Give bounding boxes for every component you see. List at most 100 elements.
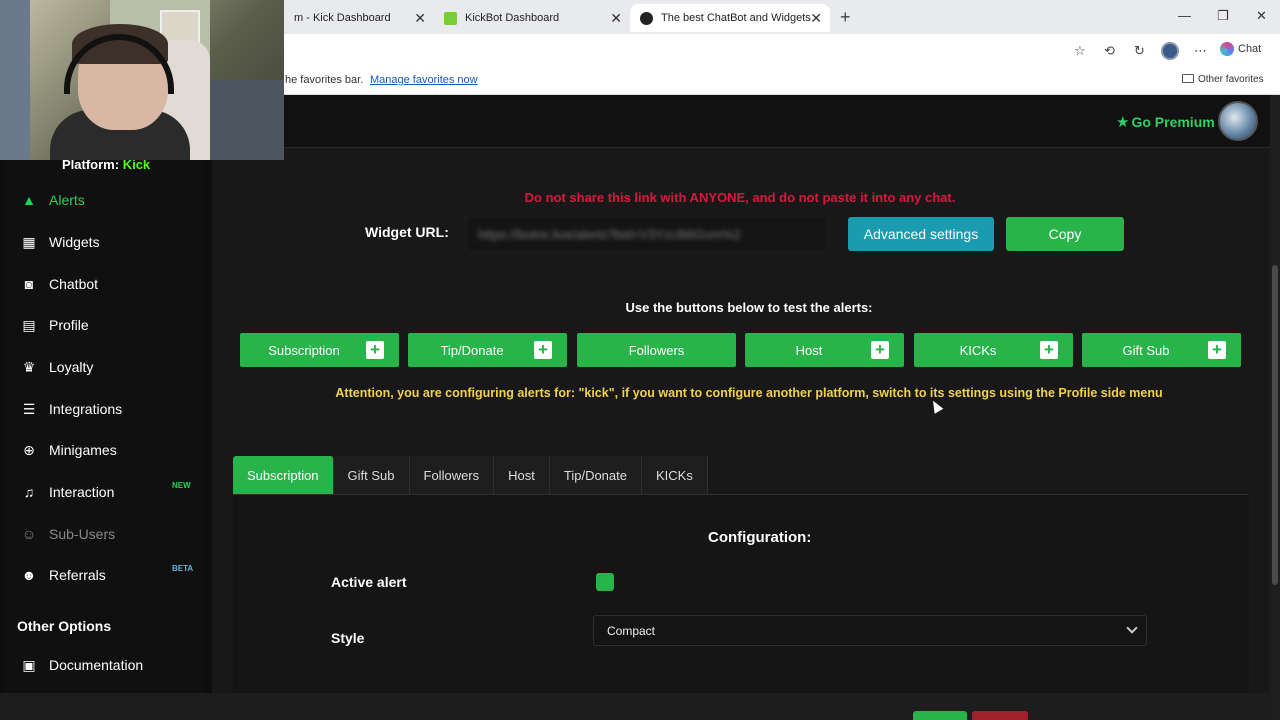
sidebar-item-loyalty[interactable]: ♛ Loyalty <box>20 355 94 379</box>
browser-profile-icon[interactable] <box>1161 42 1179 60</box>
plus-icon[interactable]: + <box>534 341 552 359</box>
share-warning: Do not share this link with ANYONE, and … <box>524 190 956 205</box>
sidebar-item-interaction[interactable]: ♫ Interaction <box>20 480 115 504</box>
widget-url-label: Widget URL: <box>365 224 449 240</box>
platform-attention-notice: Attention, you are configuring alerts fo… <box>335 386 1163 400</box>
reset-button[interactable] <box>972 711 1028 720</box>
browser-tab[interactable]: KickBot Dashboard ✕ <box>434 4 630 32</box>
sidebar-item-label: Chatbot <box>49 276 99 292</box>
sidebar-item-label: Profile <box>49 317 89 333</box>
other-favorites[interactable]: Other favorites <box>1182 74 1264 85</box>
test-kicks-button[interactable]: KICKs + <box>914 333 1073 367</box>
advanced-settings-button[interactable]: Advanced settings <box>848 217 994 251</box>
sidebar-item-chatbot[interactable]: ◙ Chatbot <box>20 272 98 296</box>
plus-icon[interactable]: + <box>366 341 384 359</box>
sidebar-item-label: Integrations <box>49 401 123 417</box>
botrix-page: ★ Go Premium Platform: Kick ▲ Alerts ▦ W… <box>0 95 1280 720</box>
manage-favorites-link[interactable]: Manage favorites now <box>370 74 478 86</box>
test-button-label: Subscription <box>268 342 340 358</box>
sidebar-item-minigames[interactable]: ⊕ Minigames <box>20 438 117 462</box>
sidebar-item-sub-users[interactable]: ☺ Sub-Users <box>20 522 115 546</box>
user-avatar[interactable] <box>1218 101 1258 141</box>
minimize-icon[interactable]: — <box>1178 8 1191 23</box>
active-alert-label: Active alert <box>331 574 407 590</box>
tab-subscription[interactable]: Subscription <box>233 456 334 495</box>
active-alert-checkbox[interactable] <box>596 573 614 591</box>
sidebar-item-profile[interactable]: ▤ Profile <box>20 313 89 337</box>
style-label: Style <box>331 630 365 646</box>
tab-host[interactable]: Host <box>494 456 550 495</box>
id-card-icon: ▤ <box>22 316 36 333</box>
other-options-heading: Other Options <box>17 618 112 634</box>
scroll-thumb[interactable] <box>1272 265 1278 585</box>
sidebar-item-widgets[interactable]: ▦ Widgets <box>20 230 100 254</box>
gamepad-icon: ⊕ <box>23 441 35 458</box>
restore-icon[interactable]: ❐ <box>1217 8 1229 24</box>
robot-icon: ◙ <box>24 276 34 292</box>
tab-followers[interactable]: Followers <box>409 456 495 495</box>
other-favorites-label: Other favorites <box>1198 74 1264 85</box>
tab-kicks[interactable]: KICKs <box>641 456 708 495</box>
test-subscription-button[interactable]: Subscription + <box>240 333 399 367</box>
sidebar-item-label: Alerts <box>49 192 85 208</box>
test-tip-donate-button[interactable]: Tip/Donate + <box>408 333 567 367</box>
close-icon[interactable]: ✕ <box>610 10 622 27</box>
botrix-favicon-icon <box>640 11 653 25</box>
chevron-down-icon <box>1126 622 1138 634</box>
sidebar-item-label: Interaction <box>49 484 115 500</box>
sidebar-item-label: Minigames <box>49 442 117 458</box>
list-icon: ☰ <box>22 400 36 417</box>
copilot-chat-button[interactable]: Chat <box>1220 42 1261 56</box>
history-icon[interactable]: ↻ <box>1134 43 1145 59</box>
sidebar-item-referrals[interactable]: ☻ Referrals <box>20 563 106 587</box>
go-premium-label: Go Premium <box>1131 114 1215 130</box>
extensions-icon[interactable]: ⟲ <box>1104 43 1115 59</box>
page-footer-strip <box>0 693 1270 720</box>
close-icon[interactable]: ✕ <box>810 10 822 27</box>
tab-tip-donate[interactable]: Tip/Donate <box>549 456 642 495</box>
test-followers-button[interactable]: Followers <box>577 333 736 367</box>
close-icon[interactable]: ✕ <box>414 10 426 27</box>
test-button-label: Gift Sub <box>1122 342 1170 358</box>
tab-gift-sub[interactable]: Gift Sub <box>333 456 410 495</box>
sidebar-item-documentation[interactable]: ▣ Documentation <box>20 653 143 677</box>
new-tab-icon[interactable]: + <box>840 7 851 28</box>
alert-config-tabs: Subscription Gift Sub Followers Host Tip… <box>233 456 708 495</box>
plus-icon[interactable]: + <box>1040 341 1058 359</box>
test-button-label: Tip/Donate <box>440 342 504 358</box>
sidebar-item-alerts[interactable]: ▲ Alerts <box>20 188 85 212</box>
test-host-button[interactable]: Host + <box>745 333 904 367</box>
browser-tab-active[interactable]: The best ChatBot and Widgets for ✕ <box>630 4 830 32</box>
browser-tab[interactable]: m - Kick Dashboard ✕ <box>284 4 434 32</box>
close-window-icon[interactable]: ✕ <box>1256 8 1267 24</box>
mouse-cursor-icon <box>928 398 944 414</box>
grid-icon: ▦ <box>22 233 36 250</box>
config-panel <box>233 495 1249 693</box>
copilot-icon <box>1220 42 1234 56</box>
go-premium-link[interactable]: ★ Go Premium <box>1116 113 1215 131</box>
tab-title: m - Kick Dashboard <box>294 12 391 24</box>
sidebar-item-label: Widgets <box>49 234 100 250</box>
favorite-star-icon[interactable]: ☆ <box>1074 43 1086 59</box>
page-scrollbar[interactable] <box>1270 95 1280 720</box>
tab-title: The best ChatBot and Widgets for <box>661 12 811 24</box>
webcam-background <box>210 80 284 160</box>
save-button[interactable] <box>913 711 967 720</box>
test-button-label: KICKs <box>959 342 997 358</box>
test-gift-sub-button[interactable]: Gift Sub + <box>1082 333 1241 367</box>
plus-icon[interactable]: + <box>1208 341 1226 359</box>
style-select-value: Compact <box>607 623 656 638</box>
users-icon: ☺ <box>21 526 37 542</box>
sidebar-item-integrations[interactable]: ☰ Integrations <box>20 397 122 421</box>
copy-button[interactable]: Copy <box>1006 217 1124 251</box>
widget-url-field[interactable]: https://botrix.live/alerts?bid=V3Yzc8i6G… <box>465 215 829 253</box>
test-alerts-title: Use the buttons below to test the alerts… <box>625 300 873 315</box>
star-icon: ★ <box>1116 114 1130 131</box>
favorites-bar-text: he favorites bar. <box>285 74 364 86</box>
webcam-background <box>0 0 30 160</box>
chat-label: Chat <box>1238 43 1262 55</box>
more-menu-icon[interactable]: ⋯ <box>1194 43 1207 59</box>
beta-badge: BETA <box>172 564 194 573</box>
style-select[interactable]: Compact <box>593 615 1147 646</box>
plus-icon[interactable]: + <box>871 341 889 359</box>
